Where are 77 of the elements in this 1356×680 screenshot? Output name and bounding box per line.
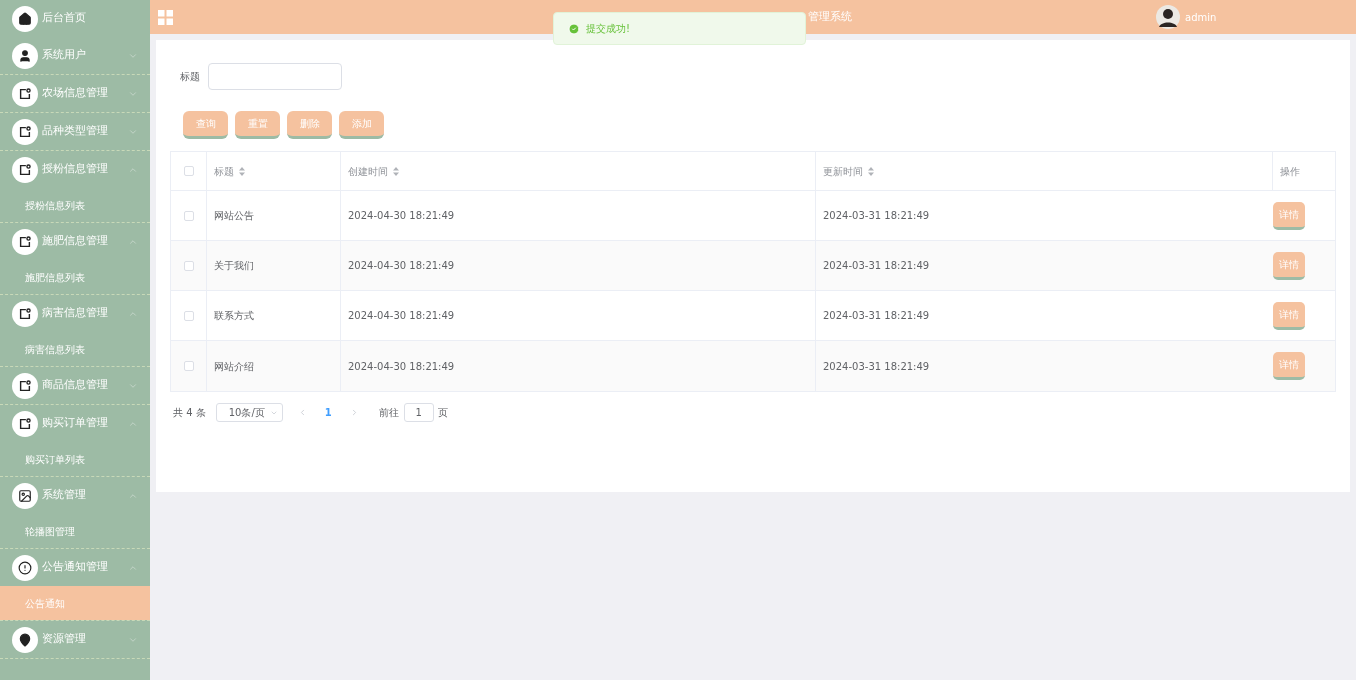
table-cell-text: 网站介绍 xyxy=(214,359,254,374)
menu-item[interactable]: 农场信息管理 xyxy=(0,75,150,112)
checkbox[interactable] xyxy=(183,361,194,371)
menu-item[interactable]: 资源管理 xyxy=(0,621,150,658)
submenu-item[interactable]: 授粉信息列表 xyxy=(0,188,150,222)
submenu-item[interactable]: 购买订单列表 xyxy=(0,442,150,476)
table-cell-text: 2024-04-30 18:21:49 xyxy=(348,209,455,223)
note-icon xyxy=(18,378,32,393)
action-button[interactable]: 查询 xyxy=(183,111,228,139)
page-suffix: 页 xyxy=(437,406,448,420)
column-header: 创建时间 xyxy=(348,164,388,179)
checkbox[interactable] xyxy=(183,166,194,176)
system-title: 管理系统 xyxy=(808,8,852,25)
column-header: 标题 xyxy=(214,164,234,179)
check-icon xyxy=(568,22,580,35)
home-icon xyxy=(18,11,32,26)
info-icon xyxy=(18,560,32,575)
page-input[interactable]: 1 xyxy=(403,403,434,422)
note-icon xyxy=(18,162,32,177)
note-icon xyxy=(18,124,32,139)
menu-item[interactable]: 授粉信息管理 xyxy=(0,151,150,188)
menu-item[interactable]: 施肥信息管理 xyxy=(0,223,150,260)
table-cell-text: 2024-04-30 18:21:49 xyxy=(348,359,455,374)
action-button[interactable]: 添加 xyxy=(339,111,384,139)
menu-item[interactable]: 品种类型管理 xyxy=(0,113,150,150)
table-cell-text: 2024-03-31 18:21:49 xyxy=(823,309,930,323)
menu-item[interactable]: 后台首页 xyxy=(0,0,150,37)
sort-icon[interactable] xyxy=(239,166,245,176)
table-cell-text: 网站公告 xyxy=(214,209,254,223)
sort-icon[interactable] xyxy=(868,166,874,176)
note-icon xyxy=(18,86,32,101)
grid-menu-icon[interactable] xyxy=(158,9,173,25)
menu-item[interactable]: 系统管理 xyxy=(0,477,150,514)
detail-button[interactable]: 详情 xyxy=(1273,251,1305,280)
goto-label: 前往 xyxy=(378,406,399,420)
table-cell-text: 联系方式 xyxy=(214,309,254,323)
username[interactable]: admin xyxy=(1185,9,1217,25)
toast-message: 提交成功! xyxy=(586,22,630,36)
checkbox[interactable] xyxy=(183,260,194,271)
table-cell-text: 2024-03-31 18:21:49 xyxy=(823,259,930,273)
column-header: 操作 xyxy=(1280,164,1300,179)
table-cell-text: 2024-03-31 18:21:49 xyxy=(823,209,930,223)
menu-item[interactable]: 系统用户 xyxy=(0,37,150,74)
menu-item[interactable]: 商品信息管理 xyxy=(0,367,150,404)
page-number[interactable]: 1 xyxy=(324,405,332,420)
detail-button[interactable]: 详情 xyxy=(1273,201,1305,230)
column-header: 更新时间 xyxy=(823,164,863,179)
page-size-value: 10条/页 xyxy=(228,406,266,420)
submenu-item[interactable]: 病害信息列表 xyxy=(0,332,150,366)
table-cell-text: 关于我们 xyxy=(214,259,254,273)
total-count: 共 4 条 xyxy=(173,406,206,420)
image-icon xyxy=(18,488,32,503)
detail-button[interactable]: 详情 xyxy=(1273,352,1305,380)
title-input[interactable] xyxy=(208,63,342,90)
table-cell-text: 2024-03-31 18:21:49 xyxy=(823,359,930,374)
submenu-item[interactable]: 公告通知 xyxy=(0,586,150,620)
avatar xyxy=(1156,5,1180,29)
note-icon xyxy=(18,306,32,321)
sort-icon[interactable] xyxy=(393,166,399,176)
note-icon xyxy=(18,416,32,431)
user-icon xyxy=(18,48,32,63)
field-label: 标题 xyxy=(180,70,200,84)
table-cell-text: 2024-04-30 18:21:49 xyxy=(348,259,455,273)
checkbox[interactable] xyxy=(183,210,194,221)
page-size-select[interactable]: 10条/页 xyxy=(215,403,283,422)
table-cell-text: 2024-04-30 18:21:49 xyxy=(348,309,455,323)
note-icon xyxy=(18,234,32,249)
menu-item[interactable]: 病害信息管理 xyxy=(0,295,150,332)
submenu-item[interactable]: 轮播图管理 xyxy=(0,514,150,548)
submenu-item[interactable]: 施肥信息列表 xyxy=(0,260,150,294)
menu-item[interactable]: 购买订单管理 xyxy=(0,405,150,442)
action-button[interactable]: 重置 xyxy=(235,111,280,139)
menu-item[interactable]: 公告通知管理 xyxy=(0,549,150,586)
detail-button[interactable]: 详情 xyxy=(1273,301,1305,330)
pin-icon xyxy=(18,632,32,647)
action-button[interactable]: 删除 xyxy=(287,111,332,139)
checkbox[interactable] xyxy=(183,310,194,321)
